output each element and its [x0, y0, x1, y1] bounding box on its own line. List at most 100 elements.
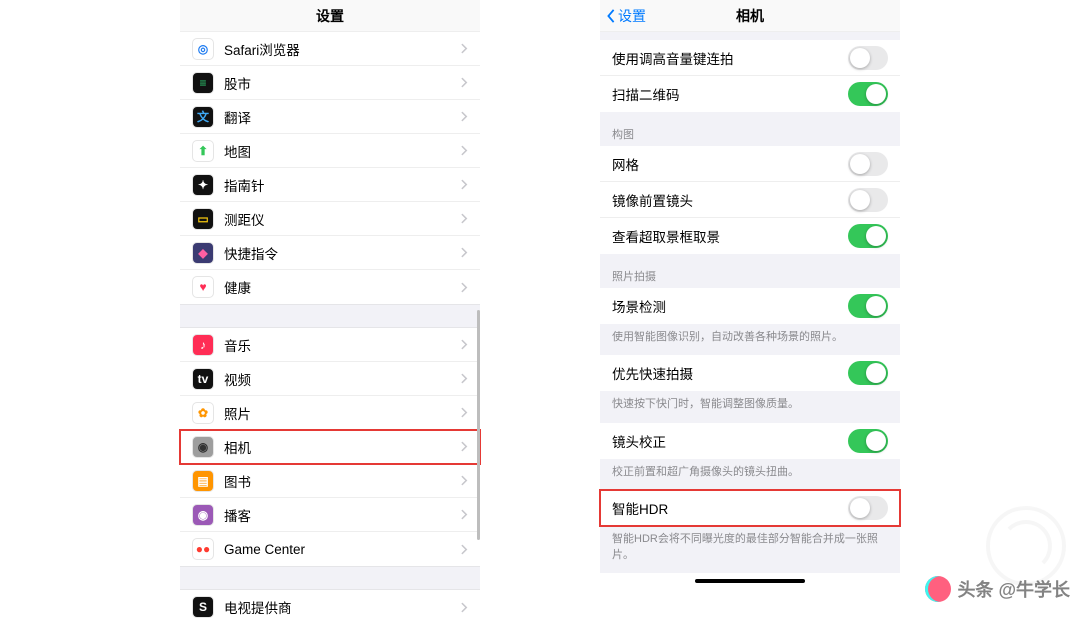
camera-icon: ◉	[192, 436, 214, 458]
row-shortcuts[interactable]: ◆ 快捷指令	[180, 236, 480, 270]
chevron-right-icon	[461, 475, 468, 486]
scrollbar[interactable]	[477, 310, 480, 540]
switch-knob	[850, 190, 870, 210]
row-lenscorr[interactable]: 镜头校正	[600, 423, 900, 459]
row-music[interactable]: ♪ 音乐	[180, 328, 480, 362]
safari-icon: ◎	[192, 38, 214, 60]
chevron-right-icon	[461, 179, 468, 190]
row-compass[interactable]: ✦指南针	[180, 168, 480, 202]
back-button[interactable]: 设置	[606, 6, 646, 26]
switch-knob	[866, 296, 886, 316]
switch-knob	[866, 84, 886, 104]
navbar-settings: 设置	[180, 0, 480, 32]
translate-icon: 文	[192, 106, 214, 128]
row-grid[interactable]: 网格	[600, 146, 900, 182]
switch-qrcode[interactable]	[848, 82, 888, 106]
label-measure: 测距仪	[224, 209, 461, 229]
switch-mirror[interactable]	[848, 188, 888, 212]
section-gap	[180, 566, 480, 590]
row-podcasts[interactable]: ◉ 播客	[180, 498, 480, 532]
row-camera[interactable]: ◉ 相机	[180, 430, 480, 464]
label-maps: 地图	[224, 141, 461, 161]
group-header-composition: 构图	[600, 112, 900, 146]
row-volumeburst[interactable]: 使用调高音量键连拍	[600, 40, 900, 76]
row-tvprovider[interactable]: S电视提供商	[180, 590, 480, 624]
chevron-right-icon	[461, 213, 468, 224]
label-gamecenter: Game Center	[224, 542, 461, 557]
row-outframe[interactable]: 查看超取景框取景	[600, 218, 900, 254]
label-outframe: 查看超取景框取景	[612, 226, 848, 246]
switch-scenedetect[interactable]	[848, 294, 888, 318]
row-health[interactable]: ♥健康	[180, 270, 480, 304]
switch-grid[interactable]	[848, 152, 888, 176]
label-shortcuts: 快捷指令	[224, 243, 461, 263]
row-tv[interactable]: tv视频	[180, 362, 480, 396]
row-translate[interactable]: 文翻译	[180, 100, 480, 134]
shortcuts-icon: ◆	[192, 242, 214, 264]
row-maps[interactable]: ⬆ 地图	[180, 134, 480, 168]
label-compass: 指南针	[224, 175, 461, 195]
switch-outframe[interactable]	[848, 224, 888, 248]
navbar-camera: 设置 相机	[600, 0, 900, 32]
section-gap	[180, 304, 480, 328]
label-grid: 网格	[612, 154, 848, 174]
label-fastshot: 优先快速拍摄	[612, 363, 848, 383]
label-safari: Safari浏览器	[224, 39, 461, 59]
nav-title: 相机	[736, 6, 764, 26]
chevron-right-icon	[461, 407, 468, 418]
settings-group-2: ♪ 音乐 tv视频 ✿ 照片 ◉ 相机 ▤图书 ◉ 播客 ●●Game Center	[180, 328, 480, 566]
switch-knob	[866, 363, 886, 383]
maps-icon: ⬆	[192, 140, 214, 162]
switch-knob	[850, 48, 870, 68]
switch-knob	[866, 431, 886, 451]
row-scene-detect: 场景检测	[600, 288, 900, 324]
label-photos: 照片	[224, 403, 461, 423]
label-smarthdr: 智能HDR	[612, 498, 848, 518]
footer-fast: 快速按下快门时，智能调整图像质量。	[600, 391, 900, 422]
chevron-right-icon	[461, 602, 468, 613]
label-podcasts: 播客	[224, 505, 461, 525]
back-label: 设置	[618, 6, 646, 26]
chevron-right-icon	[461, 441, 468, 452]
group-composition: 网格镜像前置镜头查看超取景框取景	[600, 146, 900, 254]
switch-knob	[866, 226, 886, 246]
label-qrcode: 扫描二维码	[612, 84, 848, 104]
row-qrcode[interactable]: 扫描二维码	[600, 76, 900, 112]
label-camera: 相机	[224, 437, 461, 457]
footer-scene: 使用智能图像识别，自动改善各种场景的照片。	[600, 324, 900, 355]
switch-knob	[850, 154, 870, 174]
label-health: 健康	[224, 277, 461, 297]
label-scenedetect: 场景检测	[612, 296, 848, 316]
row-measure[interactable]: ▭测距仪	[180, 202, 480, 236]
row-fastshot[interactable]: 优先快速拍摄	[600, 355, 900, 391]
label-music: 音乐	[224, 335, 461, 355]
row-scenedetect[interactable]: 场景检测	[600, 288, 900, 324]
row-mirror[interactable]: 镜像前置镜头	[600, 182, 900, 218]
switch-smarthdr[interactable]	[848, 496, 888, 520]
label-stocks: 股市	[224, 73, 461, 93]
nav-title: 设置	[316, 6, 344, 26]
podcasts-icon: ◉	[192, 504, 214, 526]
footer-lens: 校正前置和超广角摄像头的镜头扭曲。	[600, 459, 900, 490]
photos-icon: ✿	[192, 402, 214, 424]
watermark-text: 头条 @牛学长	[957, 576, 1070, 602]
switch-lenscorr[interactable]	[848, 429, 888, 453]
tvprovider-icon: S	[192, 596, 214, 618]
row-photos[interactable]: ✿ 照片	[180, 396, 480, 430]
row-stocks[interactable]: ≡股市	[180, 66, 480, 100]
switch-volumeburst[interactable]	[848, 46, 888, 70]
switch-fastshot[interactable]	[848, 361, 888, 385]
label-lenscorr: 镜头校正	[612, 431, 848, 451]
row-smarthdr[interactable]: 智能HDR	[600, 490, 900, 526]
music-icon: ♪	[192, 334, 214, 356]
row-books[interactable]: ▤图书	[180, 464, 480, 498]
label-books: 图书	[224, 471, 461, 491]
row-safari[interactable]: ◎ Safari浏览器	[180, 32, 480, 66]
group-header-capture: 照片拍摄	[600, 254, 900, 288]
chevron-right-icon	[461, 145, 468, 156]
chevron-right-icon	[461, 339, 468, 350]
footer-hdr: 智能HDR会将不同曝光度的最佳部分智能合并成一张照片。	[600, 526, 900, 573]
row-gamecenter[interactable]: ●●Game Center	[180, 532, 480, 566]
chevron-right-icon	[461, 43, 468, 54]
home-indicator[interactable]	[695, 579, 805, 583]
